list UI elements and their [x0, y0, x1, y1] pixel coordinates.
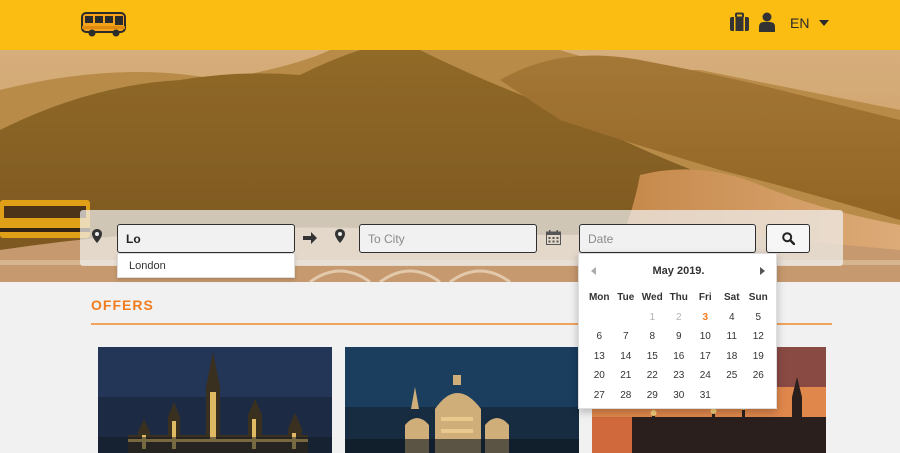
autocomplete-dropdown: London — [117, 253, 295, 278]
offer-card-2[interactable] — [345, 347, 579, 453]
calendar-day[interactable]: 28 — [613, 386, 640, 406]
caret-down-icon — [819, 20, 830, 26]
date-input[interactable] — [579, 224, 756, 253]
calendar-day[interactable]: 19 — [745, 347, 772, 367]
calendar-day: 2 — [675, 311, 682, 323]
calendar-day[interactable]: 22 — [639, 366, 666, 386]
weekday-label: Sat — [723, 292, 740, 303]
weekday-label: Sun — [748, 292, 768, 303]
calendar-day[interactable]: 17 — [692, 347, 719, 367]
from-city-input[interactable] — [117, 224, 295, 253]
offer-card-1[interactable] — [98, 347, 332, 453]
calendar-day[interactable]: 7 — [613, 327, 640, 347]
calendar-day[interactable]: 24 — [692, 366, 719, 386]
calendar-day[interactable]: 29 — [639, 386, 666, 406]
calendar-day[interactable]: 31 — [692, 386, 719, 406]
calendar-day[interactable]: 20 — [586, 366, 613, 386]
search-button[interactable] — [766, 224, 810, 253]
language-selector[interactable]: EN — [790, 15, 830, 31]
calendar-day[interactable]: 6 — [586, 327, 613, 347]
calendar-day[interactable]: 3 — [692, 308, 719, 328]
calendar-day[interactable]: 12 — [745, 327, 772, 347]
calendar-icon — [546, 230, 561, 245]
calendar-day[interactable]: 14 — [613, 347, 640, 367]
weekday-label: Tue — [617, 292, 635, 303]
date-picker-month: May 2019. — [652, 265, 705, 277]
user-icon[interactable] — [759, 12, 775, 32]
top-bar: EN — [0, 0, 900, 50]
offers-heading: OFFERS — [91, 297, 154, 313]
calendar-day[interactable]: 23 — [666, 366, 693, 386]
calendar-day[interactable]: 30 — [666, 386, 693, 406]
date-picker-header: May 2019. — [579, 254, 778, 288]
calendar-day[interactable]: 16 — [666, 347, 693, 367]
weekday-label: Fri — [698, 292, 712, 303]
calendar-day[interactable]: 27 — [586, 386, 613, 406]
map-marker-icon — [92, 229, 102, 243]
offer-image-cathedral-night — [98, 347, 332, 453]
calendar-day[interactable]: 8 — [639, 327, 666, 347]
calendar-day[interactable]: 25 — [719, 366, 746, 386]
language-label: EN — [790, 15, 810, 31]
calendar-day: 1 — [649, 311, 656, 323]
autocomplete-option-london[interactable]: London — [118, 254, 294, 278]
briefcase-icon[interactable] — [729, 12, 750, 32]
date-picker-grid: Mon Tue Wed Thu Fri Sat Sun 1 2 3 4 5 6 7 8 9 10 1… — [586, 288, 772, 405]
calendar-day[interactable]: 15 — [639, 347, 666, 367]
offer-image-domed-cathedral — [345, 347, 579, 453]
calendar-day[interactable]: 26 — [745, 366, 772, 386]
search-icon — [781, 232, 795, 245]
calendar-day[interactable]: 5 — [745, 308, 772, 328]
to-city-input[interactable] — [359, 224, 537, 253]
bus-icon[interactable] — [80, 9, 128, 39]
date-picker: May 2019. Mon Tue Wed Thu Fri Sat Sun 12… — [578, 253, 777, 409]
map-marker-icon — [335, 229, 345, 243]
calendar-day[interactable]: 10 — [692, 327, 719, 347]
calendar-empty-cell — [586, 308, 613, 328]
calendar-day[interactable]: 11 — [719, 327, 746, 347]
calendar-empty-cell — [613, 308, 640, 328]
calendar-day[interactable]: 21 — [613, 366, 640, 386]
calendar-day[interactable]: 4 — [719, 308, 746, 328]
calendar-day[interactable]: 13 — [586, 347, 613, 367]
weekday-label: Thu — [669, 292, 688, 303]
weekday-label: Mon — [588, 292, 610, 303]
arrow-right-icon — [303, 232, 317, 244]
weekday-label: Wed — [641, 292, 663, 303]
calendar-day[interactable]: 18 — [719, 347, 746, 367]
next-month-icon[interactable] — [760, 267, 765, 275]
calendar-day[interactable]: 9 — [666, 327, 693, 347]
